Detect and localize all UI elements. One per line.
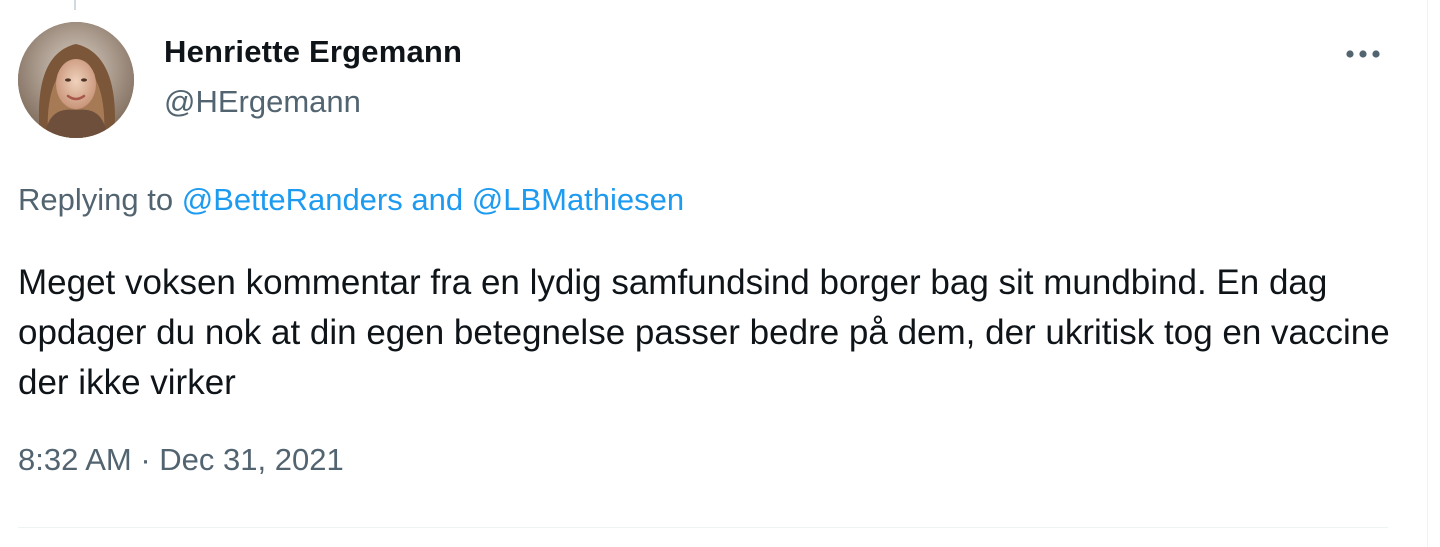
more-options-button[interactable] <box>1338 34 1388 74</box>
tweet-body: Meget voksen kommentar fra en lydig samf… <box>18 263 1390 402</box>
mention-link[interactable]: @LBMathiesen <box>472 182 684 217</box>
author-handle[interactable]: @HErgemann <box>164 84 361 120</box>
mention-link[interactable]: @BetteRanders <box>182 182 403 217</box>
timeline-border <box>1427 0 1428 547</box>
divider <box>18 527 1388 528</box>
author-display-name[interactable]: Henriette Ergemann <box>164 34 462 70</box>
avatar-photo-icon <box>18 22 134 138</box>
reply-prefix: Replying to <box>18 182 174 217</box>
avatar[interactable] <box>18 22 134 138</box>
reply-conjunction[interactable]: and <box>411 182 463 217</box>
more-horizontal-icon <box>1346 50 1380 58</box>
tweet-timestamp[interactable]: 8:32 AM · Dec 31, 2021 <box>18 442 344 478</box>
reply-context: Replying to @BetteRanders and @LBMathies… <box>18 182 684 218</box>
thread-connector-line <box>74 0 76 10</box>
